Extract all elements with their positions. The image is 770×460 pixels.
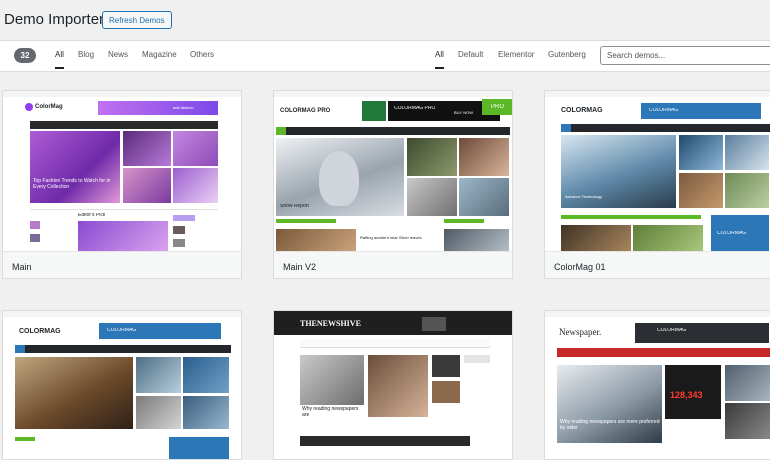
- tab-builder-elementor[interactable]: Elementor: [498, 50, 534, 59]
- thumb-logo: COLORMAG: [19, 328, 61, 335]
- thumb-banner-text: COLORMAG: [107, 328, 137, 332]
- demo-card-colormag-02[interactable]: COLORMAG COLORMAG: [2, 310, 242, 460]
- tab-category-magazine[interactable]: Magazine: [142, 50, 177, 59]
- tab-category-blog[interactable]: Blog: [78, 50, 94, 59]
- thumb-headline: Advance Technology: [565, 195, 602, 199]
- thumb-headline: Top Fashion Trends to Watch for in Every…: [33, 178, 111, 190]
- thumb-buy-text: BUY NOW: [454, 111, 474, 115]
- tab-builder-all[interactable]: All: [435, 50, 444, 69]
- demo-count-badge: 32: [14, 48, 36, 63]
- demo-card-thenewshive[interactable]: THENEWSHIVE Why reading newspapers are: [273, 310, 513, 460]
- search-demos-input[interactable]: [600, 46, 770, 65]
- thumb-logo: THENEWSHIVE: [300, 319, 361, 328]
- demo-name: ColorMag 01: [554, 262, 606, 272]
- thumb-banner2-text: COLORMAG: [717, 231, 747, 235]
- demo-name: Main: [12, 262, 32, 272]
- thumb-stat: 128,343: [670, 391, 703, 400]
- demo-card-main[interactable]: ColorMag ada fashion Top Fashion Trends …: [2, 90, 242, 279]
- thumb-pro-badge: PRO: [491, 104, 505, 110]
- filter-bar: 32 All Blog News Magazine Others All Def…: [0, 40, 770, 72]
- thumb-banner-text: COLORMAG PRO: [394, 106, 436, 110]
- thumb-ad-text: ada fashion: [173, 106, 194, 110]
- thumb-headline: Why reading newspapers are more preferre…: [560, 419, 660, 431]
- tab-builder-gutenberg[interactable]: Gutenberg: [548, 50, 586, 59]
- thumb-headline: Snow Report: [280, 204, 309, 208]
- thumb-logo: Newspaper.: [559, 327, 602, 337]
- demo-thumbnail[interactable]: Newspaper. COLORMAG Why reading newspape…: [545, 311, 770, 459]
- tab-category-others[interactable]: Others: [190, 50, 214, 59]
- demo-card-footer: Main: [3, 251, 241, 278]
- thumb-logo: ColorMag: [35, 104, 63, 110]
- demo-card-main-v2[interactable]: COLORMAG PRO COLORMAG PRO BUY NOW PRO Sn…: [273, 90, 513, 279]
- thumb-section: Editor's Pick: [78, 213, 106, 217]
- demo-card-newspaper[interactable]: Newspaper. COLORMAG Why reading newspape…: [544, 310, 770, 460]
- thumb-story: Rafting accident near Silver leaves: [360, 236, 422, 240]
- tab-category-all[interactable]: All: [55, 50, 64, 69]
- demo-thumbnail[interactable]: COLORMAG PRO COLORMAG PRO BUY NOW PRO Sn…: [274, 91, 512, 251]
- demo-card-footer: Main V2: [274, 251, 512, 278]
- demo-thumbnail[interactable]: COLORMAG COLORMAG Advance Technology COL…: [545, 91, 770, 251]
- demo-card-colormag-01[interactable]: COLORMAG COLORMAG Advance Technology COL…: [544, 90, 770, 279]
- demo-card-footer: ColorMag 01: [545, 251, 770, 278]
- thumb-logo: COLORMAG: [561, 107, 603, 114]
- thumb-logo: COLORMAG PRO: [280, 108, 331, 114]
- demo-thumbnail[interactable]: ColorMag ada fashion Top Fashion Trends …: [3, 91, 241, 251]
- demo-name: Main V2: [283, 262, 317, 272]
- refresh-demos-button[interactable]: Refresh Demos: [102, 11, 172, 29]
- tab-builder-default[interactable]: Default: [458, 50, 483, 59]
- demo-thumbnail[interactable]: COLORMAG COLORMAG: [3, 311, 241, 459]
- demo-thumbnail[interactable]: THENEWSHIVE Why reading newspapers are: [274, 311, 512, 459]
- thumb-headline: Why reading newspapers are: [302, 406, 359, 418]
- thumb-banner-text: COLORMAG: [657, 328, 687, 332]
- thumb-banner-text: COLORMAG: [649, 108, 679, 112]
- tab-category-news[interactable]: News: [108, 50, 128, 59]
- page-title: Demo Importer: [4, 11, 105, 28]
